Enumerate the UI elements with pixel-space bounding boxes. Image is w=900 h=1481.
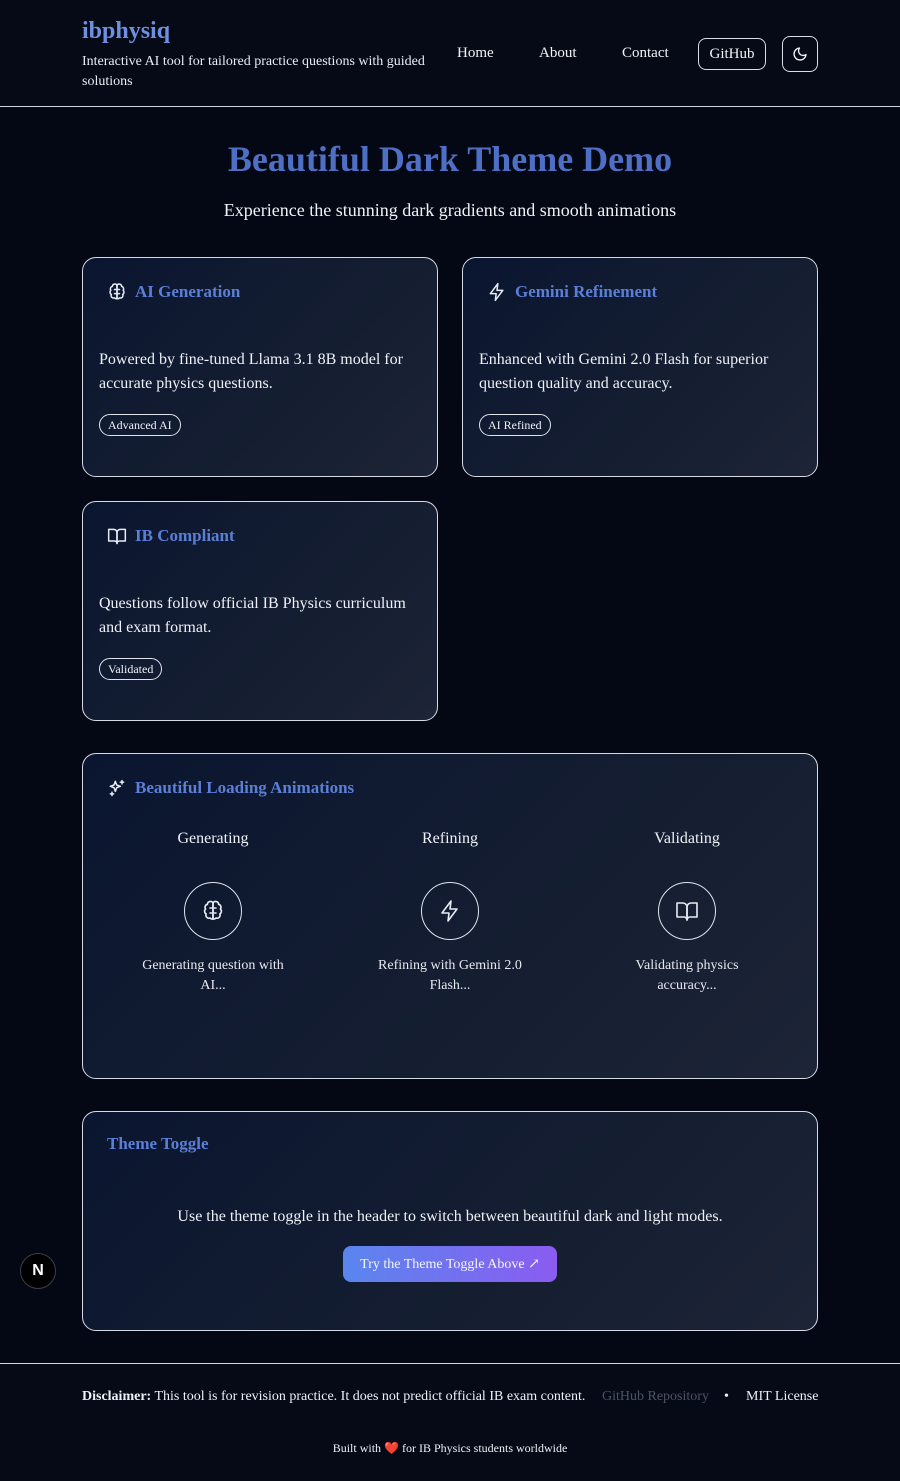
disclaimer-label: Disclaimer:: [82, 1389, 152, 1404]
github-button[interactable]: GitHub: [698, 38, 766, 70]
sparkles-icon: [109, 779, 125, 797]
step-label: Generating: [177, 830, 249, 847]
step-spinner: [184, 882, 242, 940]
github-repository-link[interactable]: GitHub Repository: [602, 1389, 709, 1405]
nav-home[interactable]: Home: [457, 45, 494, 62]
loading-step-refining: Refining Refining with Gemini 2.0 Flash.…: [332, 830, 568, 996]
card-description: Questions follow official IB Physics cur…: [99, 595, 406, 636]
loading-step-generating: Generating Generating question with AI..…: [95, 830, 331, 996]
card-title: AI Generation: [135, 282, 241, 301]
loading-step-validating: Validating Validating physics accuracy..…: [569, 830, 805, 996]
theme-toggle-description: Use the theme toggle in the header to sw…: [177, 1208, 723, 1225]
card-title: Gemini Refinement: [515, 282, 658, 301]
built-suffix: for IB Physics students worldwide: [401, 1441, 568, 1455]
theme-toggle-button[interactable]: [782, 36, 818, 72]
card-badge: AI Refined: [479, 414, 551, 436]
site-footer: Disclaimer: This tool is for revision pr…: [0, 1363, 900, 1481]
nav-about[interactable]: About: [539, 45, 577, 62]
moon-icon: [793, 47, 807, 61]
card-description: Enhanced with Gemini 2.0 Flash for super…: [479, 351, 769, 392]
loading-animations-card: Beautiful Loading Animations Generating …: [82, 753, 818, 1079]
theme-toggle-card: Theme Toggle Use the theme toggle in the…: [82, 1111, 818, 1331]
feature-card-gemini-refinement: Gemini Refinement Enhanced with Gemini 2…: [462, 257, 818, 477]
brand-logo[interactable]: ibphysiq: [82, 18, 170, 45]
step-spinner: [421, 882, 479, 940]
step-caption: Generating question with AI...: [142, 958, 284, 993]
card-description: Powered by fine-tuned Llama 3.1 8B model…: [99, 351, 403, 392]
nextjs-dev-badge[interactable]: N: [20, 1253, 56, 1289]
feature-card-ib-compliant: IB Compliant Questions follow official I…: [82, 501, 438, 721]
step-spinner: [658, 882, 716, 940]
step-caption: Refining with Gemini 2.0 Flash...: [378, 958, 522, 993]
brain-icon: [203, 900, 223, 920]
step-label: Validating: [654, 830, 720, 847]
site-header: ibphysiq Interactive AI tool for tailore…: [0, 0, 900, 107]
card-badge: Validated: [99, 658, 163, 680]
brain-icon: [109, 283, 125, 300]
page-title: Beautiful Dark Theme Demo: [227, 139, 673, 179]
book-icon: [676, 902, 698, 921]
built-prefix: Built with: [332, 1441, 382, 1455]
mit-license-link[interactable]: MIT License: [746, 1389, 818, 1405]
step-label: Refining: [422, 830, 478, 847]
step-caption: Validating physics accuracy...: [635, 958, 739, 993]
card-badge: Advanced AI: [99, 414, 181, 436]
try-theme-toggle-button[interactable]: Try the Theme Toggle Above ↗: [343, 1246, 557, 1282]
disclaimer: Disclaimer: This tool is for revision pr…: [82, 1389, 585, 1405]
disclaimer-text: This tool is for revision practice. It d…: [154, 1389, 586, 1404]
nav-contact[interactable]: Contact: [622, 45, 669, 62]
footer-separator: •: [724, 1389, 729, 1404]
feature-card-ai-generation: AI Generation Powered by fine-tuned Llam…: [82, 257, 438, 477]
brand-tagline: Interactive AI tool for tailored practic…: [82, 54, 425, 89]
book-icon: [107, 528, 127, 545]
lightning-icon: [489, 282, 504, 302]
page-subtitle: Experience the stunning dark gradients a…: [223, 200, 677, 220]
card-title: IB Compliant: [135, 526, 235, 545]
heart-icon: ❤️: [384, 1441, 399, 1455]
lightning-icon: [441, 900, 458, 922]
built-with-note: Built with ❤️ for IB Physics students wo…: [0, 1441, 900, 1456]
section-title: Theme Toggle: [107, 1134, 209, 1153]
section-title: Beautiful Loading Animations: [135, 778, 355, 797]
